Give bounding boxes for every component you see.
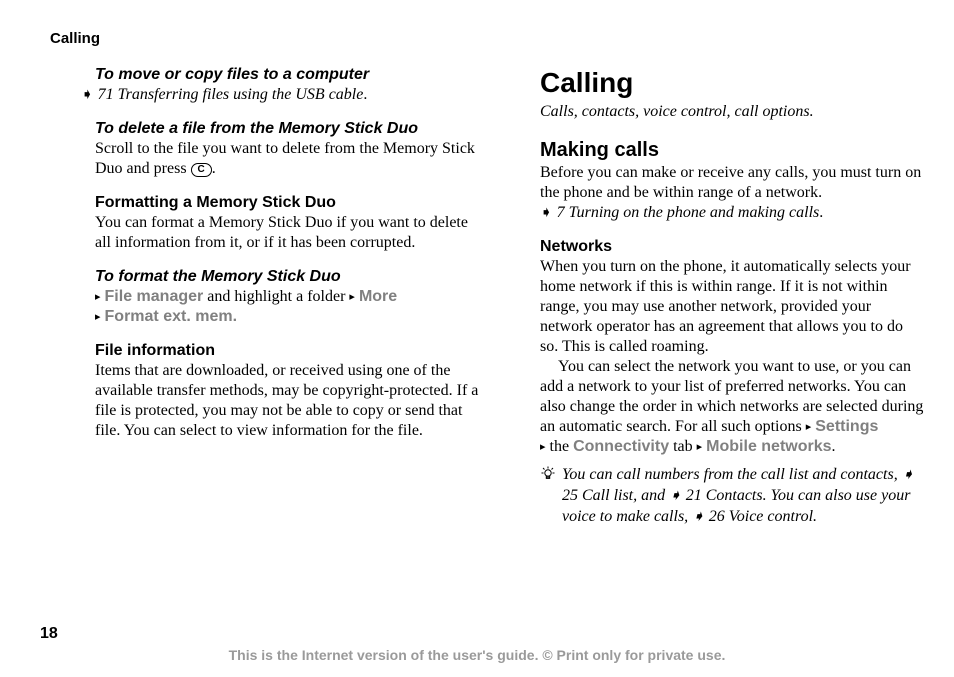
tip-mid: , and (633, 487, 669, 504)
heading-format: Formatting a Memory Stick Duo (95, 193, 480, 213)
para-delete: Scroll to the file you want to delete fr… (95, 139, 480, 179)
xref-arrow-icon: ➧ (902, 467, 915, 483)
page: Calling To move or copy files to a compu… (0, 0, 954, 677)
para-making-calls: Before you can make or receive any calls… (540, 163, 925, 203)
left-column: To move or copy files to a computer ➧ 71… (55, 65, 480, 527)
xref-text: Turning on the phone and making calls (569, 204, 820, 221)
para-delete-text: Scroll to the file you want to delete fr… (95, 140, 475, 177)
xref-arrow-icon: ➧ (540, 205, 553, 221)
para-file-info: Items that are downloaded, or received u… (95, 361, 480, 441)
triangle-icon: ▸ (806, 421, 812, 433)
running-head: Calling (50, 30, 909, 47)
heading-networks: Networks (540, 237, 925, 257)
right-column: Calling Calls, contacts, voice control, … (540, 65, 925, 527)
tip-text-1: You can call numbers from the call list … (562, 466, 902, 483)
xref-arrow-icon: ➧ (692, 509, 705, 525)
heading-making-calls: Making calls (540, 138, 925, 163)
xref-page: 25 (562, 487, 578, 504)
para-networks-2: You can select the network you want to u… (540, 357, 925, 457)
triangle-icon: ▸ (697, 441, 703, 453)
heading-move-copy: To move or copy files to a computer (95, 65, 480, 85)
menu-more: More (359, 288, 397, 305)
xref-text: Transferring files using the USB cable (118, 86, 364, 103)
xref-turning-on: ➧ 7 Turning on the phone and making call… (540, 203, 925, 223)
xref-arrow-icon: ➧ (81, 87, 94, 103)
xref-text: Call list (582, 487, 633, 504)
footer: This is the Internet version of the user… (0, 647, 954, 663)
chapter-subtitle: Calls, contacts, voice control, call opt… (540, 102, 925, 122)
xref-page: 71 (98, 86, 114, 103)
triangle-icon: ▸ (95, 311, 101, 323)
menu-settings: Settings (815, 418, 878, 435)
xref-page: 26 (709, 508, 725, 525)
menu-path-format: ▸ File manager and highlight a folder ▸ … (95, 287, 480, 327)
menu-mobile-networks: Mobile networks (706, 438, 831, 455)
triangle-icon: ▸ (349, 291, 355, 303)
xref-text: Voice control (729, 508, 813, 525)
menu-file-manager: File manager (105, 288, 204, 305)
tip-bulb-icon (540, 466, 556, 489)
xref-page: 7 (557, 204, 565, 221)
menu-format-ext: Format ext. mem. (105, 308, 237, 325)
columns: To move or copy files to a computer ➧ 71… (55, 65, 925, 527)
menu-the: the (546, 438, 574, 455)
key-c-icon: C (191, 163, 212, 177)
tip-block: You can call numbers from the call list … (544, 465, 925, 527)
para-format: You can format a Memory Stick Duo if you… (95, 213, 480, 253)
page-number: 18 (40, 625, 58, 643)
para-networks-1: When you turn on the phone, it automatic… (540, 257, 925, 357)
menu-tab: tab (669, 438, 697, 455)
xref-arrow-icon: ➧ (669, 488, 682, 504)
heading-toformat: To format the Memory Stick Duo (95, 267, 480, 287)
heading-delete-file: To delete a file from the Memory Stick D… (95, 119, 480, 139)
menu-connectivity: Connectivity (573, 438, 669, 455)
chapter-title: Calling (540, 65, 925, 100)
xref-usb: ➧ 71 Transferring files using the USB ca… (81, 85, 480, 105)
heading-file-info: File information (95, 341, 480, 361)
triangle-icon: ▸ (95, 291, 101, 303)
xref-text: Contacts (706, 487, 763, 504)
xref-page: 21 (686, 487, 702, 504)
menu-mid-text: and highlight a folder (203, 288, 349, 305)
